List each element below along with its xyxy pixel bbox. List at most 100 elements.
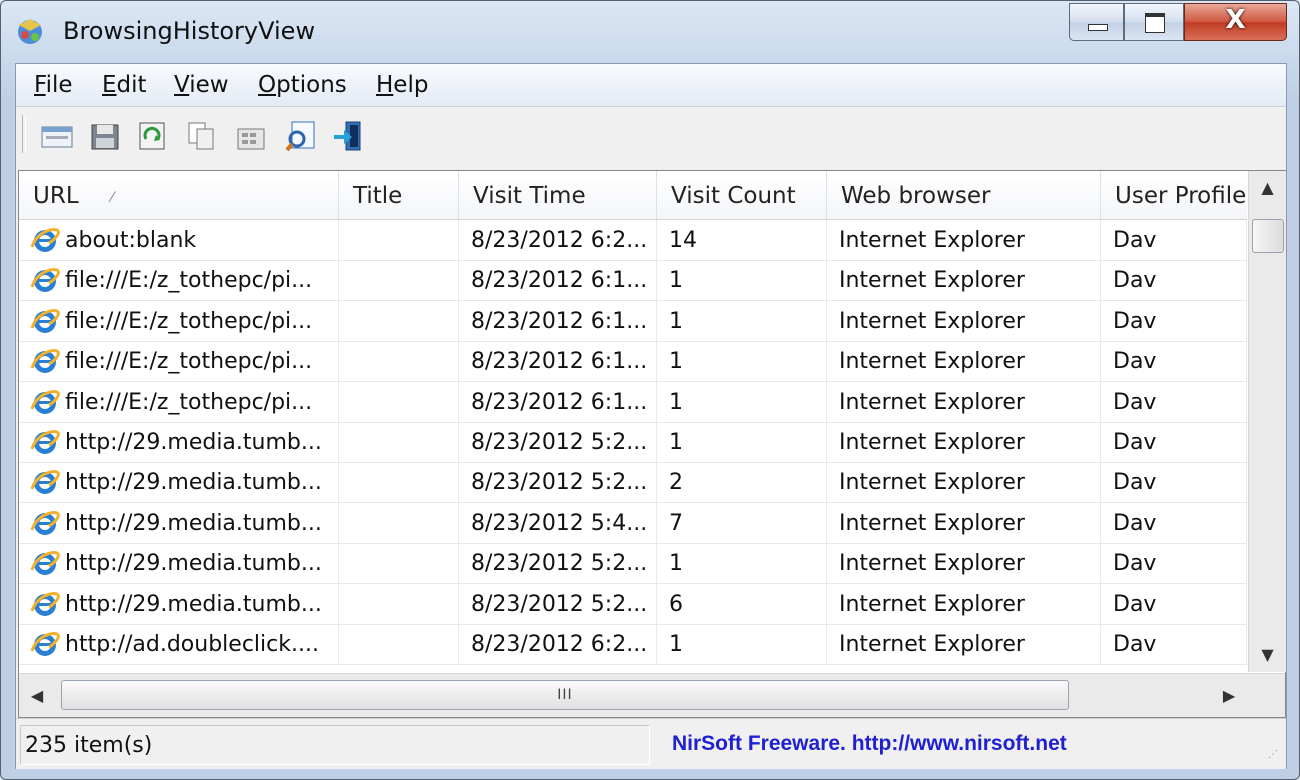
refresh-icon[interactable] <box>136 119 170 153</box>
find-icon[interactable] <box>284 119 318 153</box>
cell-visit-time: 8/23/2012 5:2... <box>459 584 657 624</box>
app-window: BrowsingHistoryView X File Edit View Opt… <box>0 0 1300 780</box>
cell-text: file:///E:/z_tothepc/pi... <box>65 309 313 334</box>
internet-explorer-icon <box>30 430 60 454</box>
cell-text: 8/23/2012 6:1... <box>471 349 648 374</box>
column-header-title[interactable]: Title <box>339 171 459 219</box>
cell-url: file:///E:/z_tothepc/pi... <box>19 260 339 300</box>
cell-text: Internet Explorer <box>839 551 1025 576</box>
nirsoft-link[interactable]: NirSoft Freeware. http://www.nirsoft.net <box>656 725 1272 765</box>
table-row[interactable]: about:blank 8/23/2012 6:2... 14 Internet Ex… <box>19 220 1247 261</box>
copy-icon[interactable] <box>184 119 218 153</box>
cell-url: about:blank <box>19 220 339 260</box>
internet-explorer-icon <box>30 390 60 414</box>
cell-text: 1 <box>669 551 683 576</box>
cell-text: Dav <box>1113 470 1157 495</box>
menu-options[interactable]: Options <box>258 72 347 98</box>
table-row[interactable]: file:///E:/z_tothepc/pi... 8/23/2012 6:1.… <box>19 260 1247 301</box>
save-icon[interactable] <box>88 119 122 153</box>
cell-url: http://29.media.tumb... <box>19 543 339 583</box>
table-row[interactable]: http://29.media.tumb... 8/23/2012 5:2... 6… <box>19 584 1247 625</box>
history-list[interactable]: URL ⁄ Title Visit Time Visit Count Web b… <box>18 170 1286 718</box>
cell-title <box>339 584 459 624</box>
cell-text: http://29.media.tumb... <box>65 430 322 455</box>
cell-text: about:blank <box>65 228 197 253</box>
properties-icon[interactable] <box>234 119 268 153</box>
cell-web-browser: Internet Explorer <box>827 382 1101 422</box>
cell-visit-count: 1 <box>657 422 827 462</box>
cell-user-profile: Dav <box>1101 260 1247 300</box>
table-row[interactable]: http://ad.doubleclick.... 8/23/2012 6:2..… <box>19 624 1247 665</box>
title-bar[interactable]: BrowsingHistoryView X <box>1 1 1299 63</box>
scroll-down-arrow-icon[interactable]: ▼ <box>1249 638 1286 672</box>
internet-explorer-icon <box>30 309 60 333</box>
close-button[interactable]: X <box>1184 3 1287 41</box>
menu-file[interactable]: File <box>34 72 73 98</box>
internet-explorer-icon <box>30 511 60 535</box>
cell-title <box>339 624 459 664</box>
cell-text: Dav <box>1113 390 1157 415</box>
cell-visit-count: 1 <box>657 260 827 300</box>
horizontal-scroll-thumb[interactable]: III <box>61 680 1069 710</box>
cell-text: 8/23/2012 6:1... <box>471 390 648 415</box>
advanced-options-icon[interactable] <box>40 119 74 153</box>
scroll-up-arrow-icon[interactable]: ▲ <box>1249 171 1286 205</box>
cell-text: 8/23/2012 6:2... <box>471 228 648 253</box>
cell-text: 1 <box>669 349 683 374</box>
cell-web-browser: Internet Explorer <box>827 624 1101 664</box>
internet-explorer-icon <box>30 470 60 494</box>
cell-text: 1 <box>669 430 683 455</box>
cell-text: Dav <box>1113 551 1157 576</box>
table-row[interactable]: file:///E:/z_tothepc/pi... 8/23/2012 6:1.… <box>19 382 1247 423</box>
exit-icon[interactable] <box>332 119 366 153</box>
maximize-button[interactable] <box>1124 3 1184 41</box>
table-row[interactable]: file:///E:/z_tothepc/pi... 8/23/2012 6:1.… <box>19 301 1247 342</box>
item-count: 235 item(s) <box>20 725 650 765</box>
cell-text: file:///E:/z_tothepc/pi... <box>65 390 313 415</box>
cell-web-browser: Internet Explorer <box>827 341 1101 381</box>
table-row[interactable]: http://29.media.tumb... 8/23/2012 5:4... 7… <box>19 503 1247 544</box>
minimize-button[interactable] <box>1069 3 1124 41</box>
cell-text: Internet Explorer <box>839 309 1025 334</box>
cell-text: Internet Explorer <box>839 349 1025 374</box>
internet-explorer-icon <box>30 592 60 616</box>
cell-text: Internet Explorer <box>839 228 1025 253</box>
cell-user-profile: Dav <box>1101 220 1247 260</box>
cell-title <box>339 301 459 341</box>
column-header-visit-time[interactable]: Visit Time <box>459 171 657 219</box>
cell-web-browser: Internet Explorer <box>827 462 1101 502</box>
cell-title <box>339 220 459 260</box>
cell-text: 1 <box>669 268 683 293</box>
table-row[interactable]: file:///E:/z_tothepc/pi... 8/23/2012 6:1.… <box>19 341 1247 382</box>
scroll-right-arrow-icon[interactable]: ▶ <box>1211 674 1247 717</box>
cell-visit-time: 8/23/2012 6:1... <box>459 260 657 300</box>
cell-text: http://29.media.tumb... <box>65 511 322 536</box>
cell-user-profile: Dav <box>1101 341 1247 381</box>
cell-title <box>339 341 459 381</box>
column-header-url[interactable]: URL ⁄ <box>19 171 339 219</box>
table-row[interactable]: http://29.media.tumb... 8/23/2012 5:2... 1… <box>19 543 1247 584</box>
cell-title <box>339 382 459 422</box>
cell-text: 8/23/2012 5:2... <box>471 551 648 576</box>
cell-text: 8/23/2012 5:2... <box>471 592 648 617</box>
resize-grip-icon[interactable]: ⋰ <box>1268 750 1282 765</box>
scroll-left-arrow-icon[interactable]: ◀ <box>19 674 55 717</box>
table-row[interactable]: http://29.media.tumb... 8/23/2012 5:2... 2… <box>19 462 1247 503</box>
cell-visit-count: 14 <box>657 220 827 260</box>
cell-text: Internet Explorer <box>839 470 1025 495</box>
cell-title <box>339 543 459 583</box>
column-header-user-profile[interactable]: User Profile <box>1101 171 1247 219</box>
cell-text: file:///E:/z_tothepc/pi... <box>65 349 313 374</box>
table-row[interactable]: http://29.media.tumb... 8/23/2012 5:2... 1… <box>19 422 1247 463</box>
cell-text: Internet Explorer <box>839 511 1025 536</box>
menu-help[interactable]: Help <box>376 72 428 98</box>
horizontal-scrollbar[interactable]: ◀ III ▶ <box>19 673 1285 717</box>
menu-view[interactable]: View <box>174 72 229 98</box>
vertical-scrollbar[interactable]: ▲ ▼ <box>1248 171 1286 672</box>
cell-web-browser: Internet Explorer <box>827 584 1101 624</box>
vertical-scroll-thumb[interactable] <box>1252 219 1284 253</box>
column-header-visit-count[interactable]: Visit Count <box>657 171 827 219</box>
cell-text: Internet Explorer <box>839 632 1025 657</box>
menu-edit[interactable]: Edit <box>102 72 147 98</box>
column-header-web-browser[interactable]: Web browser <box>827 171 1101 219</box>
